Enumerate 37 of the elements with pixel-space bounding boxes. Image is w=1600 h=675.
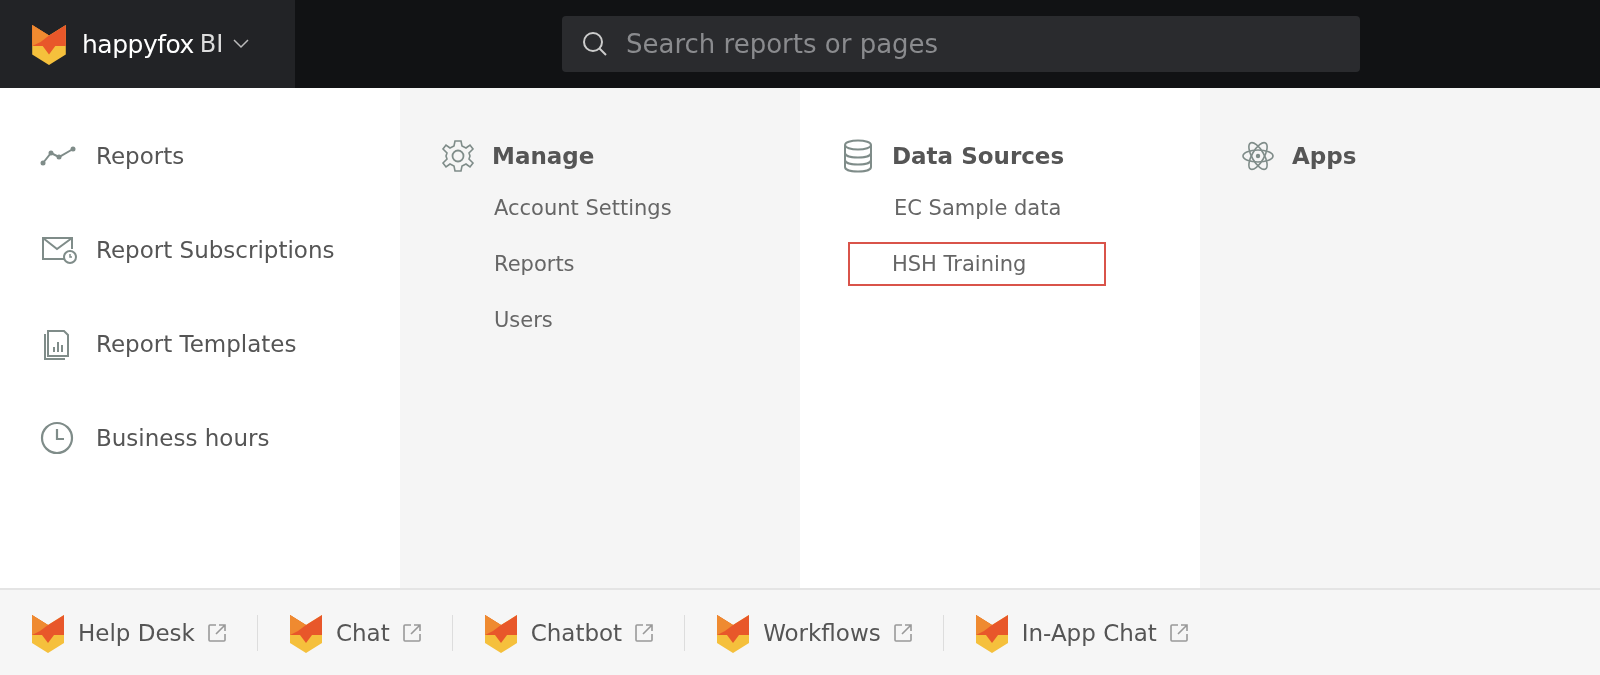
fox-logo-icon (30, 23, 68, 65)
chevron-down-icon (233, 39, 250, 49)
app-link[interactable]: Chat (287, 612, 422, 653)
menu-link[interactable]: HSH Training (848, 242, 1107, 286)
app-link[interactable]: Workflows (715, 612, 913, 653)
menu-link[interactable]: EC Sample data (892, 186, 1064, 230)
fox-logo-icon (973, 612, 1010, 653)
fox-logo-icon (715, 612, 752, 653)
brand-switcher[interactable]: happyfox BI (0, 0, 295, 88)
search-field[interactable]: Search reports or pages (562, 16, 1360, 72)
menu-link[interactable]: Report Templates (40, 326, 400, 362)
search-icon (582, 31, 608, 57)
menu-link[interactable]: Business hours (40, 420, 400, 456)
menu-link[interactable]: Reports (492, 242, 577, 286)
app-link[interactable]: In-App Chat (973, 612, 1189, 653)
mail-clock-icon (40, 235, 78, 265)
menu-link[interactable]: Reports (40, 138, 400, 174)
app-link[interactable]: Help Desk (30, 612, 227, 653)
section-heading: Apps (1292, 143, 1357, 169)
line-chart-icon (40, 145, 78, 167)
settings-icon (440, 138, 476, 174)
external-link-icon (634, 622, 655, 643)
section-heading: Data Sources (892, 143, 1065, 169)
external-link-icon (892, 622, 913, 643)
fox-logo-icon (287, 612, 324, 653)
brand-name: happyfox (82, 29, 194, 59)
menu-link[interactable]: Account Settings (492, 186, 674, 230)
external-link-icon (401, 622, 422, 643)
external-link-icon (1168, 622, 1189, 643)
fox-logo-icon (30, 612, 66, 653)
external-link-icon (206, 622, 227, 643)
product-name: BI (199, 30, 224, 58)
app-link[interactable]: Chatbot (482, 612, 655, 653)
menu-link[interactable]: Report Subscriptions (40, 232, 400, 268)
section-heading: Manage (492, 143, 595, 169)
fox-logo-icon (482, 612, 519, 653)
menu-link[interactable]: Users (492, 298, 555, 342)
